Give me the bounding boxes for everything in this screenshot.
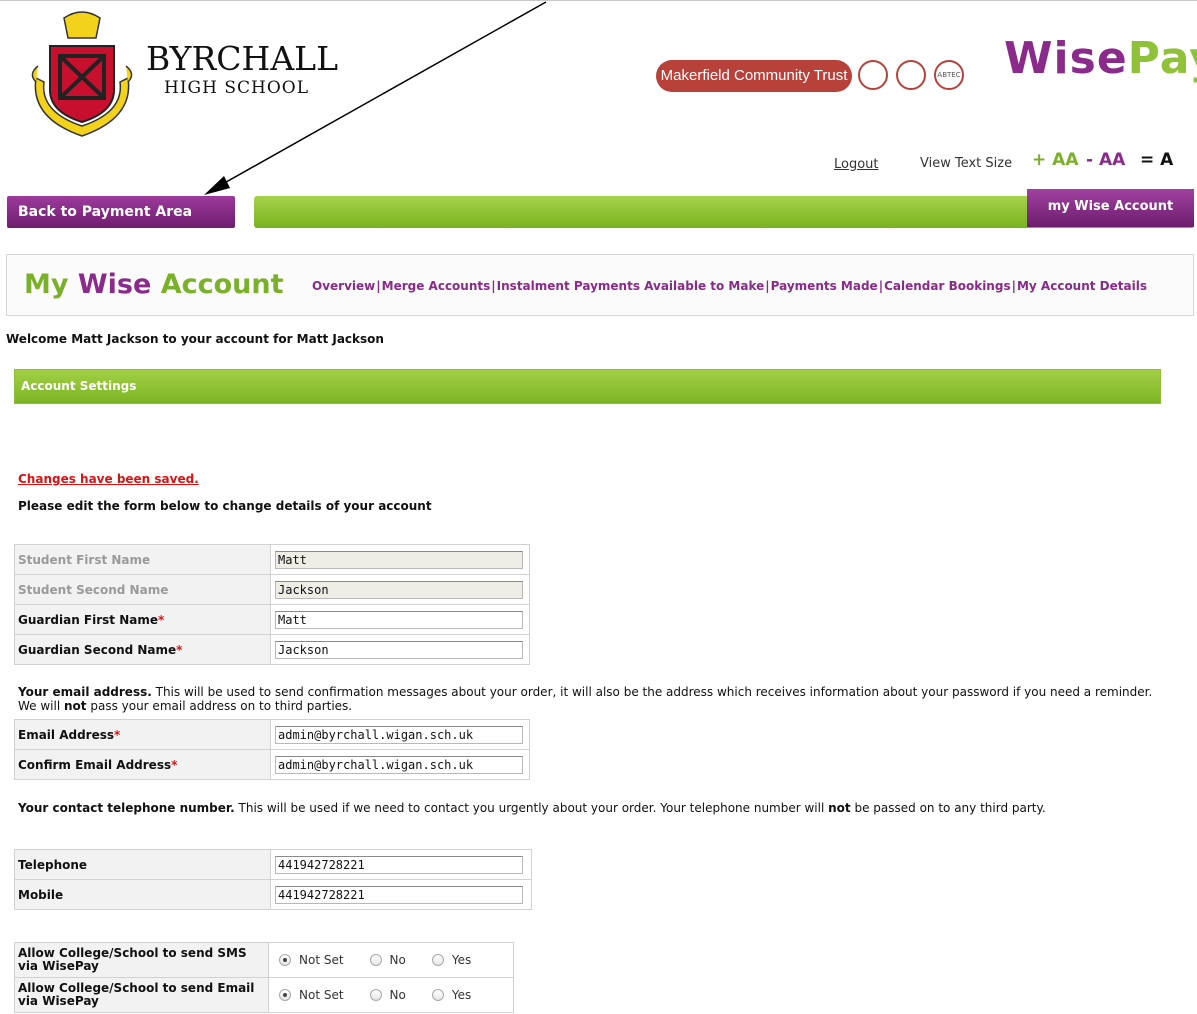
allow-sms-label: Allow College/School to send SMS via Wis… [14,942,269,978]
mobile-label: Mobile [14,879,271,910]
sms-not-set-label: Not Set [299,953,344,967]
annotation-arrow-icon [204,1,547,195]
student-second-name-input [275,580,523,599]
student-second-name-label: Student Second Name [14,574,271,605]
phone-intro-text: Your contact telephone number. This will… [18,801,1046,815]
my-wise-account-tab[interactable]: my Wise Account [1027,189,1194,227]
text-size-reset-button[interactable]: = A [1140,150,1173,170]
wisepay-logo-pay: Pay [1127,33,1197,84]
mobile-input[interactable] [275,885,523,904]
email-not-set-label: Not Set [299,988,344,1002]
confirm-email-address-input[interactable] [275,755,523,774]
confirm-email-address-label: Confirm Email Address* [14,749,271,780]
logout-link[interactable]: Logout [834,157,879,172]
nav-link-overview[interactable]: Overview [312,279,375,293]
account-logo-account: Account [151,269,284,300]
view-text-size-label: View Text Size [920,156,1013,171]
email-permission-radio-group: Not Set No Yes [273,988,513,1002]
guardian-first-name-input[interactable] [275,610,523,629]
nav-link-my-account-details[interactable]: My Account Details [1017,279,1147,293]
welcome-message: Welcome Matt Jackson to your account for… [6,332,384,346]
trust-partner-logo-icon: ABTEC [934,60,964,90]
telephone-input[interactable] [275,855,523,874]
email-not-set-radio[interactable] [279,989,291,1001]
wisepay-logo: WisePay [1004,34,1197,84]
school-crest-icon [31,11,133,137]
my-wise-account-logo: My Wise Account [24,268,284,302]
email-yes-radio[interactable] [431,989,444,1001]
email-address-label: Email Address* [14,719,271,750]
sms-no-radio[interactable] [369,954,382,966]
wisepay-logo-w: W [1004,33,1054,84]
permissions-table: Allow College/School to send SMS via Wis… [14,942,514,1013]
wisepay-logo-ise: ise [1053,33,1128,84]
guardian-second-name-input[interactable] [275,640,523,659]
student-first-name-input [275,550,523,569]
email-no-label: No [389,988,406,1002]
email-address-input[interactable] [275,725,523,744]
edit-form-instruction: Please edit the form below to change det… [18,499,432,513]
makerfield-trust-badge: Makerfield Community Trust [656,60,852,92]
phone-fields-table: Telephone Mobile [14,849,532,910]
nav-link-calendar-bookings[interactable]: Calendar Bookings [884,279,1011,293]
email-fields-table: Email Address* Confirm Email Address* [14,719,530,780]
nav-link-instalment-payments[interactable]: Instalment Payments Available to Make [497,279,765,293]
text-size-decrease-button[interactable]: - AA [1086,150,1125,170]
nav-link-payments-made[interactable]: Payments Made [771,279,878,293]
name-fields-table: Student First Name Student Second Name G… [14,544,530,665]
telephone-label: Telephone [14,849,271,880]
guardian-first-name-label: Guardian First Name* [14,604,271,635]
email-intro-text: Your email address. This will be used to… [18,685,1153,713]
changes-saved-message: Changes have been saved. [18,472,199,486]
sms-not-set-radio[interactable] [279,954,291,966]
account-nav: Overview|Merge Accounts|Instalment Payme… [312,279,1147,293]
trust-partner-logo-icon [858,60,888,90]
email-no-radio[interactable] [369,989,382,1001]
sms-yes-radio[interactable] [431,954,444,966]
email-yes-label: Yes [451,988,472,1002]
account-settings-header: Account Settings [14,369,1161,404]
sms-permission-radio-group: Not Set No Yes [273,953,513,967]
nav-link-merge-accounts[interactable]: Merge Accounts [382,279,491,293]
sms-yes-label: Yes [451,953,472,967]
text-size-increase-button[interactable]: + AA [1032,150,1078,170]
account-logo-wise: Wise [77,269,152,300]
allow-email-label: Allow College/School to send Email via W… [14,977,269,1013]
trust-partner-logo-icon [896,60,926,90]
back-to-payment-area-button[interactable]: Back to Payment Area [7,196,235,228]
guardian-second-name-label: Guardian Second Name* [14,634,271,665]
account-logo-my: My [24,269,78,300]
sms-no-label: No [389,953,406,967]
top-border [0,0,1197,1]
student-first-name-label: Student First Name [14,544,271,575]
